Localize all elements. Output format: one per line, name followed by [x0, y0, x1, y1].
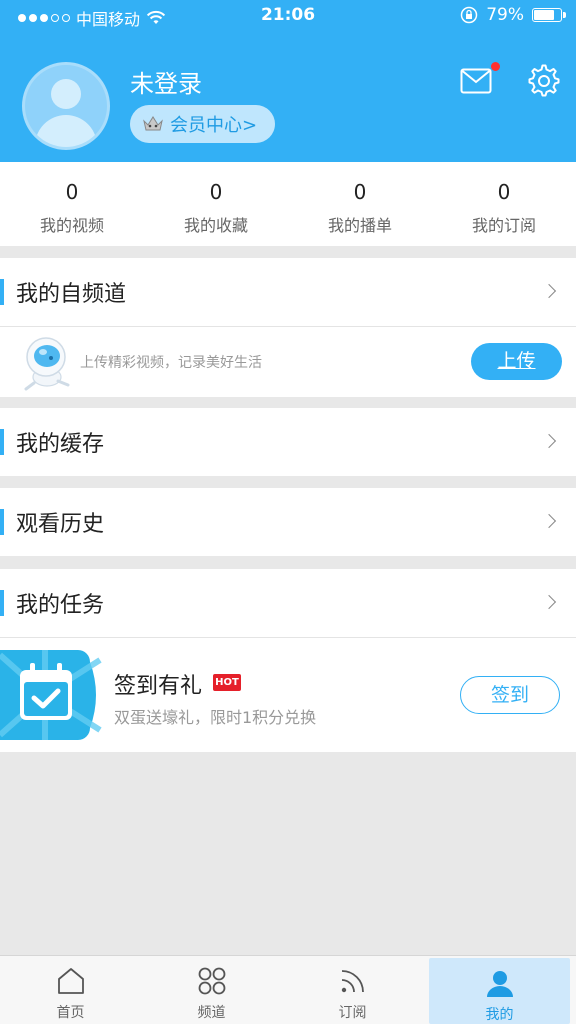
status-right: 79%: [460, 5, 566, 25]
stat-label: 我的视频: [39, 216, 104, 235]
astronaut-mascot-icon: [24, 337, 70, 391]
login-status[interactable]: 未登录: [130, 64, 202, 99]
checkin-task: 签到有礼 HOT 双蛋送壕礼，限时1积分兑换 签到: [0, 638, 576, 752]
chevron-right-icon: [541, 433, 557, 449]
stats-row: 0 我的视频 0 我的收藏 0 我的播单 0 我的订阅: [0, 162, 576, 246]
tab-mine[interactable]: 我的: [429, 958, 570, 1024]
tab-home[interactable]: 首页: [0, 956, 141, 1024]
cache-section: 我的缓存: [0, 408, 576, 476]
history-section: 观看历史: [0, 488, 576, 556]
chevron-right-icon: [541, 283, 557, 299]
profile-header: 中国移动 21:06 79% 未登录 会员中心>: [0, 0, 576, 162]
tab-label: 我的: [485, 1007, 514, 1023]
tab-subscriptions[interactable]: 订阅: [282, 956, 423, 1024]
stat-count: 0: [209, 180, 223, 204]
history-title: 观看历史: [16, 512, 105, 537]
hot-badge: HOT: [213, 674, 241, 691]
mail-icon[interactable]: [460, 68, 492, 94]
stat-count: 0: [497, 180, 511, 204]
upload-hint: 上传精彩视频，记录美好生活: [80, 355, 262, 371]
stat-label: 我的收藏: [183, 216, 248, 235]
section-accent-bar: [0, 279, 4, 305]
battery-percent: 79%: [486, 5, 524, 25]
notification-dot: [491, 62, 500, 71]
home-icon: [57, 968, 84, 994]
stat-label: 我的播单: [327, 216, 392, 235]
stat-count: 0: [65, 180, 79, 204]
rss-icon: [341, 970, 364, 993]
tasks-section: 我的任务 签到有礼 HOT 双蛋送壕礼，限时1积分兑换 签到: [0, 569, 576, 752]
gear-icon[interactable]: [527, 64, 561, 98]
rotation-lock-icon: [460, 6, 478, 24]
avatar[interactable]: [22, 62, 110, 150]
status-bar: 中国移动 21:06 79%: [0, 0, 576, 32]
stat-my-playlists[interactable]: 0 我的播单: [288, 162, 432, 246]
upload-row: 上传精彩视频，记录美好生活 上传: [0, 327, 576, 397]
channel-section: 我的自频道 上传精彩视频，记录美好生活 上传: [0, 258, 576, 397]
checkin-button[interactable]: 签到: [460, 676, 560, 714]
section-accent-bar: [0, 429, 4, 455]
section-accent-bar: [0, 509, 4, 535]
tab-label: 频道: [197, 1005, 226, 1021]
tasks-title: 我的任务: [16, 593, 105, 618]
tab-bar: 首页 频道 订阅 我的: [0, 955, 576, 1024]
stat-count: 0: [353, 180, 367, 204]
section-accent-bar: [0, 590, 4, 616]
upload-button[interactable]: 上传: [471, 343, 562, 380]
stat-my-subscriptions[interactable]: 0 我的订阅: [432, 162, 576, 246]
cache-title: 我的缓存: [16, 432, 105, 457]
task-title: 签到有礼: [114, 674, 203, 699]
screen: 中国移动 21:06 79% 未登录 会员中心> 0 我的视频 0 我的收藏 0…: [0, 0, 576, 1024]
battery-fill: [534, 10, 554, 20]
grid-icon: [198, 967, 225, 995]
vip-crown-icon: [143, 116, 163, 131]
tab-label: 首页: [56, 1005, 85, 1021]
tab-label: 订阅: [338, 1005, 367, 1021]
tab-channels[interactable]: 频道: [141, 956, 282, 1024]
chevron-right-icon: [541, 594, 557, 610]
chevron-right-icon: [541, 513, 557, 529]
tasks-row[interactable]: 我的任务: [0, 569, 576, 637]
vip-center-label: 会员中心>: [170, 115, 258, 136]
channel-title: 我的自频道: [16, 282, 127, 307]
history-row[interactable]: 观看历史: [0, 488, 576, 556]
task-subtitle: 双蛋送壕礼，限时1积分兑换: [114, 708, 317, 727]
stat-my-videos[interactable]: 0 我的视频: [0, 162, 144, 246]
cache-row[interactable]: 我的缓存: [0, 408, 576, 476]
vip-center-button[interactable]: 会员中心>: [130, 105, 275, 143]
channel-row[interactable]: 我的自频道: [0, 258, 576, 326]
battery-icon: [532, 8, 566, 22]
user-icon: [486, 971, 513, 997]
calendar-check-icon: [0, 650, 102, 740]
stat-my-favorites[interactable]: 0 我的收藏: [144, 162, 288, 246]
stat-label: 我的订阅: [471, 216, 536, 235]
